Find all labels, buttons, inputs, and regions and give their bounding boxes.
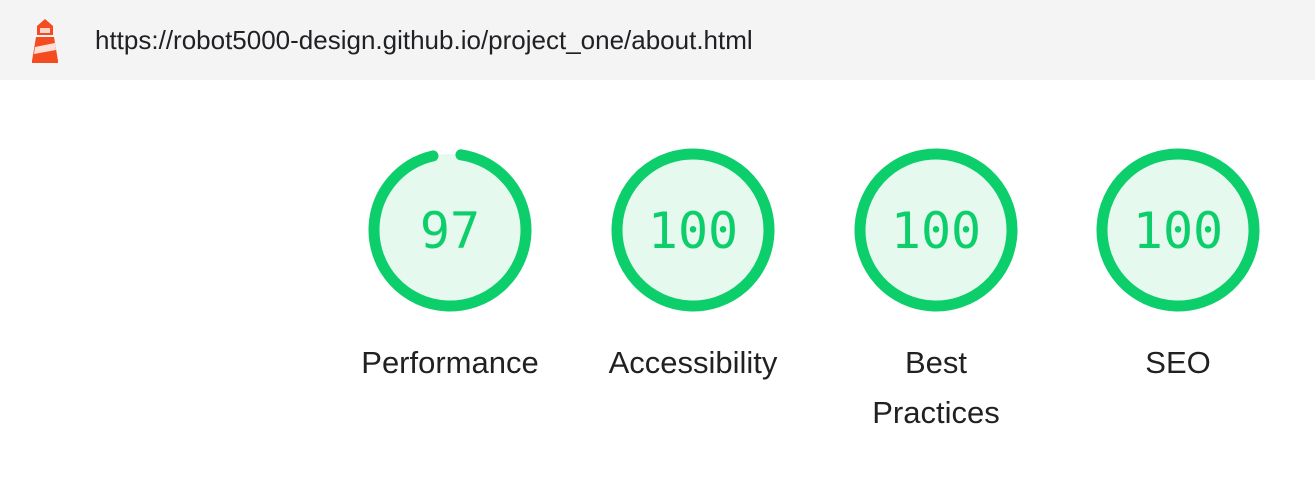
- score-value: 100: [891, 202, 981, 260]
- gauge-seo[interactable]: 100 SEO: [1058, 148, 1298, 448]
- score-ring-best-practices: 100: [854, 148, 1018, 312]
- gauge-accessibility[interactable]: 100 Accessibility: [573, 148, 813, 448]
- score-ring-seo: 100: [1096, 148, 1260, 312]
- gauge-best-practices[interactable]: 100 Best Practices: [816, 148, 1056, 448]
- page-url[interactable]: https://robot5000-design.github.io/proje…: [95, 23, 753, 57]
- gauge-label-accessibility: Accessibility: [608, 345, 778, 380]
- gauge-performance[interactable]: 97 Performance: [330, 148, 570, 448]
- score-value: 97: [420, 202, 480, 260]
- gauge-label-best-practices: Best Practices: [872, 345, 1000, 430]
- lighthouse-icon: [32, 19, 58, 63]
- report-header: https://robot5000-design.github.io/proje…: [0, 0, 1315, 80]
- gauge-label-seo: SEO: [1145, 345, 1211, 380]
- score-ring-performance: 97: [368, 148, 532, 312]
- score-ring-accessibility: 100: [611, 148, 775, 312]
- score-value: 100: [1133, 202, 1223, 260]
- score-value: 100: [648, 202, 738, 260]
- gauge-label-performance: Performance: [361, 345, 539, 380]
